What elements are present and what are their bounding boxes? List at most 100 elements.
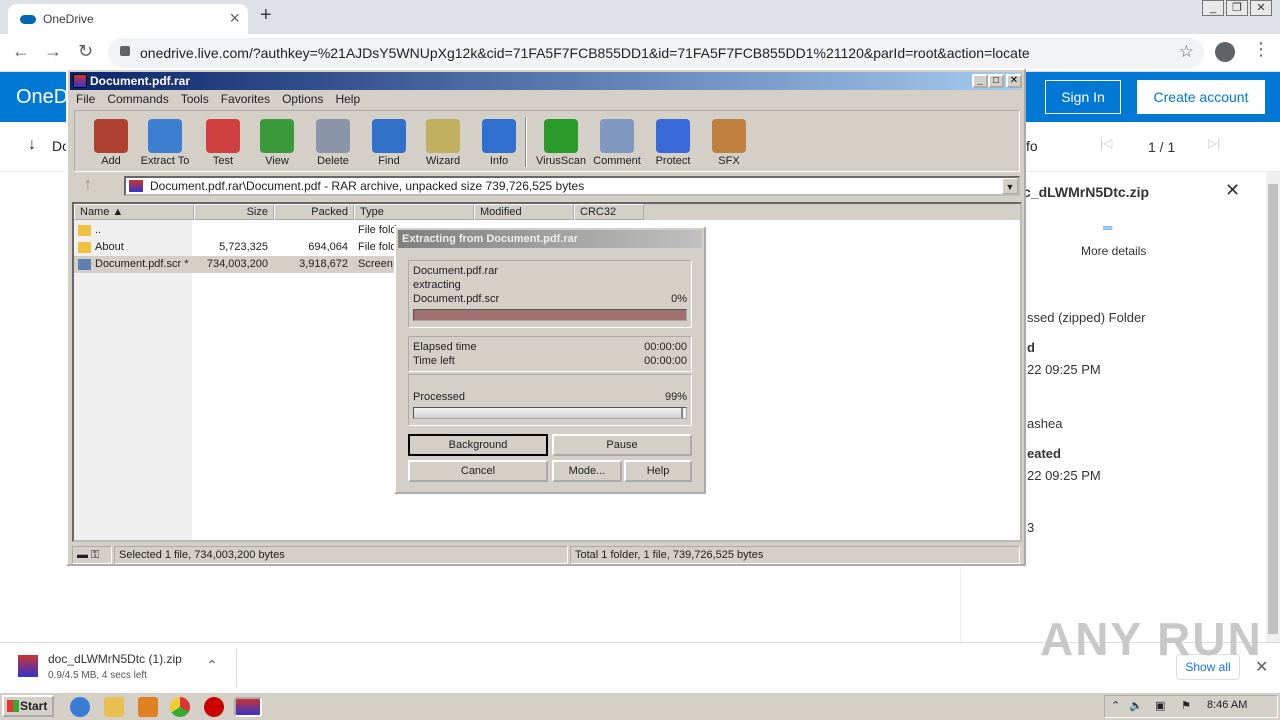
table-row[interactable]: .. File fold	[74, 222, 397, 239]
media-player-icon[interactable]	[138, 697, 158, 717]
panel-modified-label: d	[1027, 340, 1035, 355]
opera-icon[interactable]	[204, 697, 224, 717]
toolbar-test-button[interactable]: Test	[195, 119, 251, 167]
more-details-icon[interactable]: ═	[1103, 220, 1112, 235]
file-percent: 0%	[671, 293, 687, 305]
tray-expand-icon[interactable]: ⌃	[1111, 699, 1120, 712]
extract-to-icon	[148, 119, 182, 153]
status-left: Selected 1 file, 734,003,200 bytes	[114, 546, 568, 564]
toolbar-sfx-button[interactable]: SFX	[701, 119, 757, 167]
up-folder-icon[interactable]: ↑	[84, 176, 92, 194]
winrar-minimize-icon[interactable]: _	[972, 74, 988, 88]
scrollbar-thumb[interactable]	[1268, 184, 1278, 634]
toolbar-info-button[interactable]: Info	[471, 119, 527, 167]
maximize-icon[interactable]: ❐	[1226, 0, 1248, 16]
back-icon[interactable]: ←	[12, 41, 30, 62]
table-row[interactable]: About 5,723,325 694,064 File fold	[74, 239, 397, 256]
col-packed[interactable]: Packed	[274, 204, 354, 220]
first-page-icon[interactable]: |◁	[1100, 136, 1112, 150]
dialog-action: extracting	[413, 279, 461, 291]
find-icon	[372, 119, 406, 153]
menu-commands[interactable]: Commands	[101, 90, 174, 108]
toolbar-label: Comment	[593, 155, 641, 167]
toolbar-protect-button[interactable]: Protect	[645, 119, 701, 167]
table-row-selected[interactable]: Document.pdf.scr * 734,003,200 3,918,672…	[74, 256, 394, 273]
sign-in-button[interactable]: Sign In	[1045, 80, 1121, 114]
browser-tab[interactable]: OneDrive ×	[8, 4, 248, 34]
dialog-title[interactable]: Extracting from Document.pdf.rar	[398, 230, 702, 248]
background-button[interactable]: Background	[408, 434, 548, 456]
star-icon[interactable]: ☆	[1179, 42, 1194, 62]
winrar-maximize-icon[interactable]: □	[988, 74, 1004, 88]
mode-button[interactable]: Mode...	[552, 460, 622, 482]
close-icon[interactable]: ×	[229, 8, 240, 29]
start-button[interactable]: Start	[2, 695, 54, 717]
winrar-taskbar-icon[interactable]	[234, 697, 262, 717]
toolbar-label: View	[265, 155, 289, 167]
path-dropdown-icon[interactable]: ▼	[1002, 178, 1018, 194]
toolbar-wizard-button[interactable]: Wizard	[415, 119, 471, 167]
onedrive-logo[interactable]: OneD	[16, 86, 68, 109]
profile-icon[interactable]	[1215, 42, 1235, 62]
download-file-name[interactable]: doc_dLWMrN5Dtc (1).zip	[48, 652, 182, 666]
cloud-icon	[20, 15, 36, 24]
zip-file-icon	[18, 655, 38, 677]
page-scrollbar[interactable]	[1266, 172, 1280, 642]
menu-options[interactable]: Options	[276, 90, 329, 108]
toolbar-extract-to-button[interactable]: Extract To	[137, 119, 193, 167]
toolbar-add-button[interactable]: Add	[83, 119, 139, 167]
archive-path-field[interactable]: Document.pdf.rar\Document.pdf - RAR arch…	[124, 176, 1020, 196]
menu-help[interactable]: Help	[329, 90, 366, 108]
toolbar-view-button[interactable]: View	[249, 119, 305, 167]
toolbar-label: Info	[489, 155, 509, 167]
panel-close-icon[interactable]: ✕	[1225, 180, 1240, 201]
info-button[interactable]: fo	[1026, 138, 1038, 154]
reload-icon[interactable]: ↻	[78, 41, 93, 62]
col-name[interactable]: Name ▲	[74, 204, 194, 220]
menu-file[interactable]: File	[70, 90, 101, 108]
create-account-button[interactable]: Create account	[1137, 80, 1265, 114]
menu-tools[interactable]: Tools	[175, 90, 215, 108]
toolbar-comment-button[interactable]: Comment	[589, 119, 645, 167]
toolbar-delete-button[interactable]: Delete	[305, 119, 361, 167]
toolbar-label: Add	[101, 155, 121, 167]
ie-icon[interactable]	[70, 697, 90, 717]
page-indicator: 1 / 1	[1148, 139, 1176, 155]
col-modified[interactable]: Modified	[474, 204, 574, 220]
network-icon[interactable]: ▣	[1155, 699, 1165, 712]
col-crc32[interactable]: CRC32	[574, 204, 644, 220]
pause-button[interactable]: Pause	[552, 434, 692, 456]
help-button[interactable]: Help	[624, 460, 692, 482]
drive-key-icon[interactable]: ▬ ⚿	[72, 546, 112, 564]
download-icon[interactable]: ↓	[28, 136, 36, 154]
volume-icon[interactable]: 🔈	[1129, 699, 1143, 712]
chevron-up-icon[interactable]: ⌃	[206, 657, 218, 674]
forward-icon[interactable]: →	[44, 41, 62, 62]
elapsed-label: Elapsed time	[413, 341, 477, 353]
window-close-icon[interactable]: ✕	[1250, 0, 1272, 16]
row-size: 5,723,325	[219, 241, 268, 253]
address-bar[interactable]: onedrive.live.com/?authkey=%21AJDsY5WNUp…	[108, 38, 1204, 68]
more-details-link[interactable]: More details	[1081, 244, 1146, 258]
cancel-button[interactable]: Cancel	[408, 460, 548, 482]
processed-group: Processed 99%	[408, 374, 692, 426]
col-size[interactable]: Size	[194, 204, 274, 220]
menu-icon[interactable]: ⋮	[1252, 39, 1270, 60]
folder-icon	[78, 241, 91, 253]
winrar-titlebar[interactable]: Document.pdf.rar _ □ ✕	[70, 72, 1022, 90]
chrome-icon[interactable]	[170, 697, 190, 717]
explorer-icon[interactable]	[104, 697, 124, 717]
col-type[interactable]: Type	[354, 204, 474, 220]
minimize-icon[interactable]: _	[1202, 0, 1224, 16]
last-page-icon[interactable]: ▷|	[1208, 136, 1220, 150]
url-text[interactable]: onedrive.live.com/?authkey=%21AJDsY5WNUp…	[140, 45, 1030, 61]
toolbar-find-button[interactable]: Find	[361, 119, 417, 167]
toolbar-virusscan-button[interactable]: VirusScan	[533, 119, 589, 167]
delete-icon	[316, 119, 350, 153]
clock[interactable]: 8:46 AM	[1207, 699, 1247, 711]
menu-favorites[interactable]: Favorites	[215, 90, 276, 108]
browser-toolbar: ← → ↻ onedrive.live.com/?authkey=%21AJDs…	[0, 34, 1280, 72]
new-tab-icon[interactable]: +	[260, 4, 272, 27]
winrar-close-icon[interactable]: ✕	[1006, 74, 1022, 88]
action-center-icon[interactable]: ⚑	[1181, 699, 1191, 712]
